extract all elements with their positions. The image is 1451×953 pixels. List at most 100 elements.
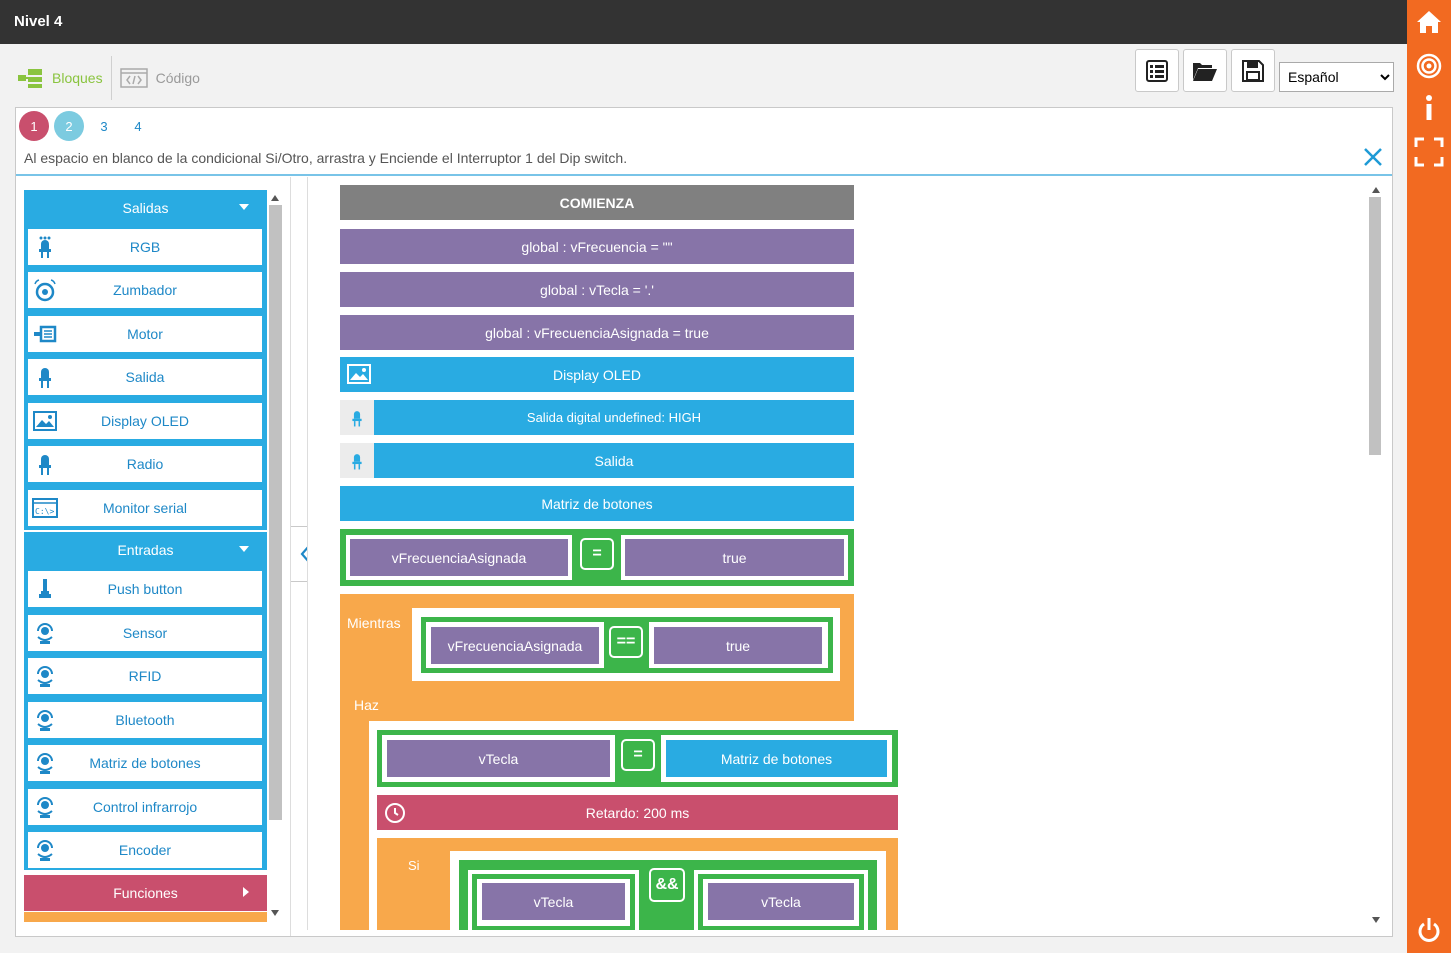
toolbox-item-label: Monitor serial: [102, 500, 188, 516]
toolbox-item-serial-monitor[interactable]: C:\> Monitor serial: [28, 490, 262, 526]
list-button[interactable]: [1135, 49, 1179, 92]
category-functions-label: Funciones: [113, 885, 178, 901]
window-title: Nivel 4: [0, 0, 1407, 44]
toolbox-item-output[interactable]: Salida: [28, 359, 262, 395]
operator-block[interactable]: &&: [649, 868, 685, 902]
info-icon[interactable]: [1407, 88, 1451, 128]
toolbox-item-sensor[interactable]: Sensor: [28, 615, 262, 651]
category-inputs-label: Entradas: [117, 542, 174, 558]
category-inputs[interactable]: Entradas: [24, 532, 267, 568]
chevron-down-icon: [239, 204, 249, 210]
tab-blocks[interactable]: Bloques: [8, 56, 111, 100]
close-icon[interactable]: [1362, 146, 1384, 168]
toolbox-item-label: Display OLED: [101, 413, 189, 429]
toolbox-item-buzzer[interactable]: Zumbador: [28, 272, 262, 308]
toolbox-item-display-oled[interactable]: Display OLED: [28, 403, 262, 439]
language-select[interactable]: Español: [1279, 62, 1394, 92]
editor-tabs: Bloques Código: [8, 56, 208, 100]
do-label: Haz: [354, 697, 379, 713]
delay-block[interactable]: Retardo: 200 ms: [377, 795, 898, 830]
led-icon: [39, 368, 51, 388]
fullscreen-icon[interactable]: [1407, 132, 1451, 172]
button-matrix-block[interactable]: Matriz de botones: [666, 740, 887, 777]
toolbox-item-rgb[interactable]: RGB: [28, 229, 262, 265]
variable-block[interactable]: vFrecuenciaAsignada: [431, 627, 599, 664]
global-var-block[interactable]: global : vFrecuencia = "": [340, 229, 854, 264]
sensor-icon: [37, 623, 53, 644]
value-block[interactable]: true: [625, 539, 844, 576]
value-block[interactable]: true: [654, 627, 822, 664]
toolbox-item-label: RGB: [129, 239, 161, 255]
svg-text:C:\>: C:\>: [35, 507, 54, 516]
toolbox-item-button-matrix[interactable]: Matriz de botones: [28, 745, 262, 781]
display-oled-block[interactable]: Display OLED: [340, 357, 854, 392]
sensor-icon: [37, 710, 53, 731]
while-label: Mientras: [347, 615, 401, 631]
save-icon: [1242, 59, 1264, 82]
scroll-down-icon[interactable]: [271, 910, 279, 916]
toolbox-item-encoder[interactable]: Encoder: [28, 832, 262, 868]
operator-block[interactable]: =: [580, 538, 614, 570]
clock-icon: [385, 803, 405, 823]
start-block[interactable]: COMIENZA: [340, 185, 854, 220]
toolbox-item-label: Matriz de botones: [89, 755, 201, 771]
led-icon: [340, 443, 374, 478]
right-sidebar: [1407, 0, 1451, 953]
list-icon: [1146, 59, 1168, 82]
toolbox-item-infrared[interactable]: Control infrarrojo: [28, 789, 262, 825]
variable-block[interactable]: vTecla: [482, 883, 625, 920]
toolbox-item-push-button[interactable]: Push button: [28, 571, 262, 607]
step-3[interactable]: 3: [89, 111, 119, 141]
category-functions[interactable]: Funciones: [24, 875, 267, 911]
toolbox-scrollbar[interactable]: [269, 205, 282, 820]
step-2[interactable]: 2: [54, 111, 84, 141]
global-var-block[interactable]: global : vTecla = '.': [340, 272, 854, 307]
toolbox-item-bluetooth[interactable]: Bluetooth: [28, 702, 262, 738]
step-4[interactable]: 4: [123, 111, 153, 141]
display-icon: [347, 364, 371, 384]
canvas-bottom: [307, 930, 1392, 936]
display-icon: [33, 411, 57, 431]
category-outputs[interactable]: Salidas: [24, 190, 267, 226]
global-var-block[interactable]: global : vFrecuenciaAsignada = true: [340, 315, 854, 350]
home-icon[interactable]: [1407, 2, 1451, 42]
toolbox-item-label: Sensor: [122, 625, 168, 641]
tab-blocks-label: Bloques: [52, 70, 103, 86]
variable-block[interactable]: vFrecuenciaAsignada: [350, 539, 568, 576]
reset-icon[interactable]: [1407, 910, 1451, 950]
sensor-icon: [37, 797, 53, 818]
digital-output-block[interactable]: Salida digital undefined: HIGH: [374, 400, 854, 435]
operator-block[interactable]: ==: [609, 626, 643, 658]
canvas-scrollbar[interactable]: [1369, 197, 1381, 455]
divider: [16, 174, 1392, 176]
blocks-icon: [18, 69, 42, 88]
buzzer-icon: [34, 279, 56, 302]
tab-code[interactable]: Código: [110, 56, 208, 100]
code-icon: [119, 68, 148, 88]
scroll-up-icon[interactable]: [1372, 187, 1380, 193]
operator-block[interactable]: =: [621, 739, 655, 771]
open-button[interactable]: [1183, 49, 1227, 92]
button-matrix-block[interactable]: Matriz de botones: [340, 486, 854, 521]
category-next-partial: [24, 912, 267, 922]
led-icon: [39, 455, 51, 475]
chevron-down-icon: [239, 546, 249, 552]
toolbox-item-label: Control infrarrojo: [92, 799, 198, 815]
tab-code-label: Código: [155, 70, 200, 86]
output-block[interactable]: Salida: [374, 443, 854, 478]
save-button[interactable]: [1231, 49, 1275, 92]
toolbox-item-motor[interactable]: Motor: [28, 316, 262, 352]
toolbox-item-label: Encoder: [118, 842, 172, 858]
terminal-icon: C:\>: [32, 498, 58, 518]
scroll-down-icon[interactable]: [1372, 917, 1380, 923]
toolbox-item-rfid[interactable]: RFID: [28, 658, 262, 694]
if-label: Si: [408, 858, 420, 873]
toolbox-item-label: Zumbador: [113, 282, 177, 298]
scroll-up-icon[interactable]: [271, 195, 279, 201]
variable-block[interactable]: vTecla: [708, 883, 854, 920]
variable-block[interactable]: vTecla: [387, 740, 610, 777]
step-1[interactable]: 1: [19, 111, 49, 141]
toolbox-item-radio[interactable]: Radio: [28, 446, 262, 482]
toolbox-item-label: Salida: [125, 369, 165, 385]
target-icon[interactable]: [1407, 46, 1451, 86]
